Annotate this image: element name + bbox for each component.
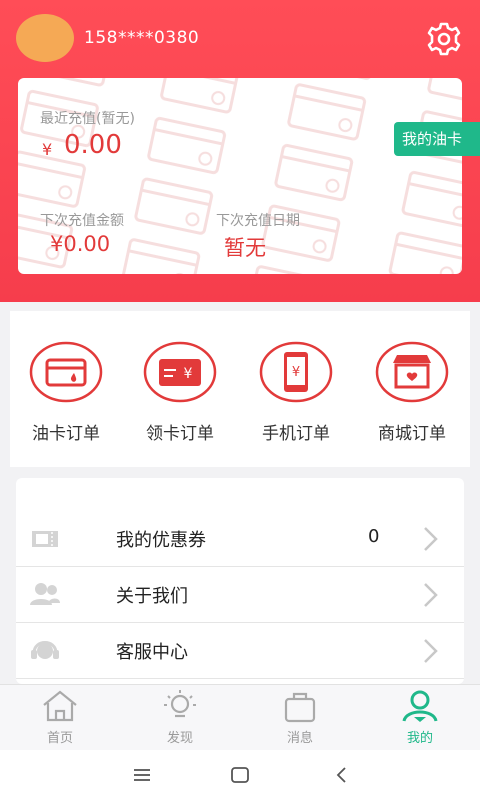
next-date-value: 暂无 — [224, 236, 266, 260]
menu-item-label: 客服中心 — [116, 642, 188, 663]
menu-item-about[interactable]: 关于我们 — [16, 567, 464, 623]
svg-text:¥: ¥ — [292, 365, 300, 380]
avatar[interactable] — [16, 14, 74, 62]
menu-icon[interactable] — [130, 764, 154, 786]
bag-icon — [284, 692, 316, 723]
next-date-label: 下次充值日期 — [216, 213, 300, 229]
menu-item-label: 关于我们 — [116, 586, 188, 607]
next-amount-label: 下次充值金额 — [40, 213, 124, 229]
tab-label: 我的 — [406, 731, 433, 746]
recent-amount: 0.00 — [64, 130, 122, 160]
shop-icon — [375, 341, 449, 403]
card-yuan-icon: ¥ — [143, 341, 217, 403]
order-shop[interactable]: 商城订单 — [364, 341, 460, 444]
chevron-right-icon — [424, 527, 438, 551]
tab-label: 发现 — [166, 731, 193, 746]
system-nav-bar — [0, 750, 480, 800]
home-square-icon[interactable] — [228, 764, 252, 786]
bulb-icon — [164, 690, 196, 718]
orders-panel: 油卡订单 ¥ 领卡订单 ¥ 手机订单 商城订单 — [10, 311, 470, 467]
tab-messages[interactable]: 消息 — [260, 689, 340, 746]
menu-item-coupons[interactable]: 我的优惠券 0 — [16, 511, 464, 567]
home-icon — [43, 690, 77, 722]
chevron-right-icon — [424, 583, 438, 607]
recharge-card: 最近充值(暂无) ¥ 0.00 下次充值金额 ¥0.00 下次充值日期 暂无 — [18, 78, 462, 274]
tab-label: 消息 — [286, 731, 313, 746]
tab-home[interactable]: 首页 — [20, 689, 100, 746]
svg-text:¥: ¥ — [184, 366, 193, 382]
gear-icon[interactable] — [424, 22, 464, 56]
order-label: 手机订单 — [262, 424, 330, 444]
tab-label: 首页 — [46, 731, 73, 746]
order-card-claim[interactable]: ¥ 领卡订单 — [132, 341, 228, 444]
users-icon — [30, 583, 60, 605]
order-phone[interactable]: ¥ 手机订单 — [248, 341, 344, 444]
coupon-count: 0 — [368, 526, 380, 547]
order-label: 领卡订单 — [146, 424, 214, 444]
back-icon[interactable] — [330, 764, 354, 786]
user-icon — [402, 690, 438, 722]
menu-item-label: 我的优惠券 — [116, 530, 206, 551]
tab-mine[interactable]: 我的 — [380, 689, 460, 746]
order-oil-card[interactable]: 油卡订单 — [18, 341, 114, 444]
settings-menu: 我的优惠券 0 关于我们 客服中心 — [16, 478, 464, 684]
profile-header: 158****0380 最近充值(暂无) ¥ 0.00 下次充值金额 ¥0.00… — [0, 0, 480, 302]
phone-number: 158****0380 — [84, 28, 200, 48]
order-label: 油卡订单 — [32, 424, 100, 444]
my-oil-card-button[interactable]: 我的油卡 〉 — [394, 122, 480, 182]
headset-icon — [31, 641, 59, 659]
menu-item-support[interactable]: 客服中心 — [16, 623, 464, 679]
next-amount-value: ¥0.00 — [50, 232, 111, 256]
chevron-right-icon — [424, 639, 438, 663]
bottom-tab-bar: 首页 发现 消息 我的 — [0, 684, 480, 751]
coupon-icon — [32, 531, 58, 547]
phone-yuan-icon: ¥ — [259, 341, 333, 403]
tab-discover[interactable]: 发现 — [140, 689, 220, 746]
chevron-right-icon: 〉 — [402, 164, 418, 182]
recent-currency: ¥ — [42, 140, 53, 159]
oil-card-label: 我的油卡 — [402, 130, 463, 148]
recent-recharge-label: 最近充值(暂无) — [40, 111, 135, 127]
oil-card-icon — [29, 341, 103, 403]
order-label: 商城订单 — [378, 424, 446, 444]
